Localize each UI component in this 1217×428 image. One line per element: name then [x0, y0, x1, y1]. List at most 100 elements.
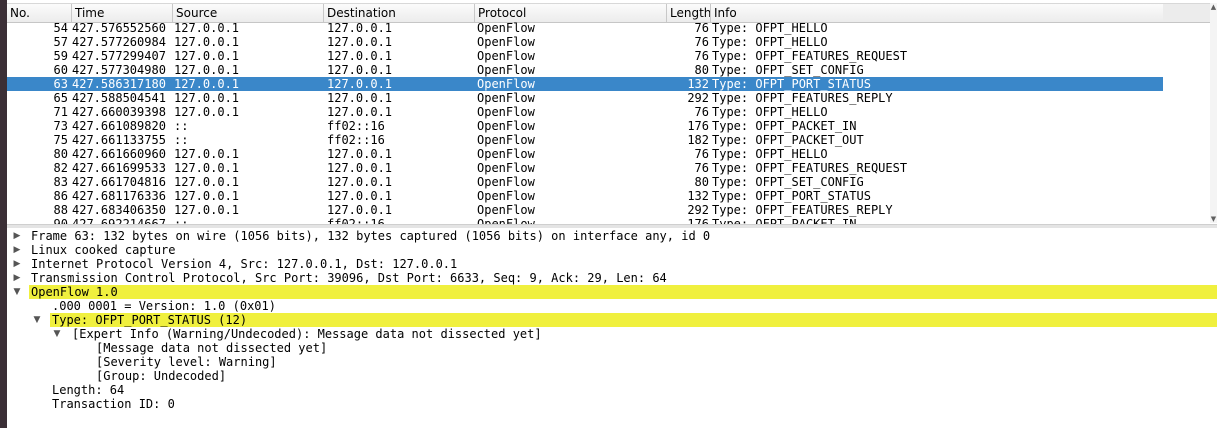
tree-item[interactable]: Transaction ID: 0	[7, 397, 1217, 411]
cell-destination: 127.0.0.1	[327, 91, 393, 105]
packet-rows: 54 427.576552560 127.0.0.1 127.0.0.1 OpenFlo…	[7, 21, 1163, 224]
tree-item[interactable]: ▶ Internet Protocol Version 4, Src: 127.0…	[7, 257, 1217, 271]
packet-details-tree[interactable]: ▶ Frame 63: 132 bytes on wire (1056 bits)…	[7, 228, 1217, 428]
cell-destination: ff02::16	[327, 119, 385, 133]
cell-time: 427.577260984	[72, 35, 166, 49]
tree-item-label: [Message data not dissected yet]	[96, 341, 328, 355]
tree-item-label: Length: 64	[52, 383, 125, 397]
tree-item[interactable]: ▼ Type: OFPT_PORT_STATUS (12)	[7, 313, 1217, 327]
cell-time: 427.681176336	[72, 189, 166, 203]
column-no[interactable]: No.	[7, 4, 72, 22]
table-row[interactable]: 83 427.661704816 127.0.0.1 127.0.0.1 OpenFlo…	[7, 175, 1163, 189]
tree-item[interactable]: [Group: Undecoded]	[7, 369, 1217, 383]
cell-protocol: OpenFlow	[477, 119, 535, 133]
cell-protocol: OpenFlow	[477, 189, 535, 203]
cell-time: 427.586317180	[72, 77, 166, 91]
tree-item-label: Internet Protocol Version 4, Src: 127.0.…	[31, 257, 458, 271]
tree-item[interactable]: ▶ Linux cooked capture	[7, 243, 1217, 257]
table-row[interactable]: 71 427.660039398 127.0.0.1 127.0.0.1 OpenFlo…	[7, 105, 1163, 119]
triangle-down-icon[interactable]: ▼	[12, 285, 22, 299]
cell-info: Type: OFPT_FEATURES_REPLY	[712, 91, 893, 105]
triangle-right-icon[interactable]: ▶	[12, 257, 22, 271]
cell-info: Type: OFPT_FEATURES_REQUEST	[712, 49, 908, 63]
cell-protocol: OpenFlow	[477, 217, 535, 224]
cell-time: 427.588504541	[72, 91, 166, 105]
table-row[interactable]: 88 427.683406350 127.0.0.1 127.0.0.1 OpenFlo…	[7, 203, 1163, 217]
column-destination[interactable]: Destination	[324, 4, 475, 22]
tree-item-label: Type: OFPT_PORT_STATUS (12)	[52, 313, 248, 327]
tree-item[interactable]: .000 0001 = Version: 1.0 (0x01)	[7, 299, 1217, 313]
tree-item[interactable]: ▼ [Expert Info (Warning/Undecoded): Messa…	[7, 327, 1217, 341]
cell-length: 76	[694, 105, 709, 119]
table-row[interactable]: 54 427.576552560 127.0.0.1 127.0.0.1 OpenFlo…	[7, 21, 1163, 35]
cell-length: 292	[687, 203, 709, 217]
cell-info: Type: OFPT_HELLO	[712, 21, 828, 35]
packet-list[interactable]: No. Time Source Destination Protocol Len…	[7, 0, 1217, 224]
table-row[interactable]: 75 427.661133755:: ff02::16 OpenFlow 182 Type…	[7, 133, 1163, 147]
table-row[interactable]: 82 427.661699533 127.0.0.1 127.0.0.1 OpenFlo…	[7, 161, 1163, 175]
cell-info: Type: OFPT_FEATURES_REQUEST	[712, 161, 908, 175]
cell-source: 127.0.0.1	[174, 35, 240, 49]
cell-time: 427.661704816	[72, 175, 166, 189]
triangle-right-icon[interactable]: ▶	[12, 243, 22, 257]
cell-no: 71	[53, 105, 68, 119]
cell-destination: 127.0.0.1	[327, 175, 393, 189]
table-row[interactable]: 59 427.577299407 127.0.0.1 127.0.0.1 OpenFlo…	[7, 49, 1163, 63]
cell-length: 76	[694, 147, 709, 161]
tree-item[interactable]: ▼ OpenFlow 1.0	[7, 285, 1217, 299]
cell-source: 127.0.0.1	[174, 21, 240, 35]
cell-protocol: OpenFlow	[477, 133, 535, 147]
table-row[interactable]: 90 427.692214667:: ff02::16 OpenFlow 176 Type…	[7, 217, 1163, 224]
cell-length: 76	[694, 49, 709, 63]
tree-item-label: .000 0001 = Version: 1.0 (0x01)	[52, 299, 276, 313]
triangle-down-icon[interactable]: ▼	[52, 327, 62, 341]
cell-source: 127.0.0.1	[174, 175, 240, 189]
cell-destination: 127.0.0.1	[327, 105, 393, 119]
packet-list-scrollbar[interactable]: ▲ ▼	[1210, 3, 1217, 223]
table-row[interactable]: 86 427.681176336 127.0.0.1 127.0.0.1 OpenFlo…	[7, 189, 1163, 203]
table-row[interactable]: 73 427.661089820:: ff02::16 OpenFlow 176 Type…	[7, 119, 1163, 133]
cell-no: 54	[53, 21, 68, 35]
cell-time: 427.661660960	[72, 147, 166, 161]
triangle-right-icon[interactable]: ▶	[12, 229, 22, 243]
tree-item[interactable]: ▶ Transmission Control Protocol, Src Port…	[7, 271, 1217, 285]
scroll-up-icon[interactable]: ▲	[1210, 3, 1217, 11]
cell-no: 60	[53, 63, 68, 77]
cell-info: Type: OFPT_PORT_STATUS	[712, 77, 871, 91]
cell-time: 427.577299407	[72, 49, 166, 63]
triangle-down-icon[interactable]: ▼	[32, 313, 42, 327]
table-row[interactable]: 60 427.577304980 127.0.0.1 127.0.0.1 OpenFlo…	[7, 63, 1163, 77]
cell-destination: ff02::16	[327, 217, 385, 224]
cell-length: 176	[687, 119, 709, 133]
cell-time: 427.683406350	[72, 203, 166, 217]
tree-item-label: [Severity level: Warning]	[96, 355, 277, 369]
cell-protocol: OpenFlow	[477, 105, 535, 119]
cell-time: 427.661089820	[72, 119, 166, 133]
cell-time: 427.661699533	[72, 161, 166, 175]
table-row[interactable]: 80 427.661660960 127.0.0.1 127.0.0.1 OpenFlo…	[7, 147, 1163, 161]
tree-item[interactable]: [Message data not dissected yet]	[7, 341, 1217, 355]
cell-time: 427.577304980	[72, 63, 166, 77]
triangle-right-icon[interactable]: ▶	[12, 271, 22, 285]
scroll-down-icon[interactable]: ▼	[1210, 215, 1217, 223]
tree-item[interactable]: [Severity level: Warning]	[7, 355, 1217, 369]
cell-no: 80	[53, 147, 68, 161]
cell-destination: 127.0.0.1	[327, 161, 393, 175]
cell-info: Type: OFPT_PACKET_IN	[712, 119, 857, 133]
cell-time: 427.661133755	[72, 133, 166, 147]
cell-source: ::	[174, 217, 189, 224]
table-row-selected[interactable]: 63 427.586317180 127.0.0.1 127.0.0.1 OpenFlo…	[7, 77, 1163, 91]
table-row[interactable]: 57 427.577260984 127.0.0.1 127.0.0.1 OpenFlo…	[7, 35, 1163, 49]
column-info[interactable]: Info	[711, 4, 1163, 22]
tree-item[interactable]: ▶ Frame 63: 132 bytes on wire (1056 bits)…	[7, 229, 1217, 243]
cell-protocol: OpenFlow	[477, 147, 535, 161]
tree-item-label: Transaction ID: 0	[52, 397, 175, 411]
cell-no: 83	[53, 175, 68, 189]
column-time[interactable]: Time	[72, 4, 173, 22]
column-source[interactable]: Source	[173, 4, 324, 22]
column-length[interactable]: Length	[667, 4, 711, 22]
table-row[interactable]: 65 427.588504541 127.0.0.1 127.0.0.1 OpenFlo…	[7, 91, 1163, 105]
cell-length: 76	[694, 35, 709, 49]
column-protocol[interactable]: Protocol	[475, 4, 667, 22]
tree-item[interactable]: Length: 64	[7, 383, 1217, 397]
